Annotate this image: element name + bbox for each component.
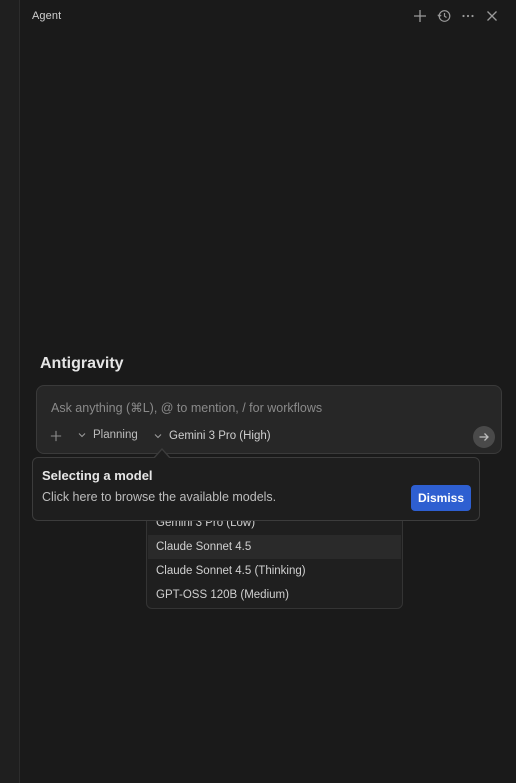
tooltip-caret-fill: [154, 450, 170, 459]
tooltip-title: Selecting a model: [42, 468, 153, 483]
mode-selector[interactable]: Planning: [77, 429, 138, 441]
mode-label: Planning: [93, 429, 138, 441]
panel-header: Agent: [20, 0, 516, 34]
brand-title: Antigravity: [40, 355, 124, 372]
dismiss-button[interactable]: Dismiss: [411, 485, 471, 511]
model-label: Gemini 3 Pro (High): [169, 430, 271, 442]
add-context-icon[interactable]: [49, 429, 63, 443]
header-actions: [412, 8, 500, 24]
agent-panel: Agent Antigravity Planning: [0, 0, 516, 783]
plus-icon[interactable]: [412, 8, 428, 24]
model-selector[interactable]: Gemini 3 Pro (High): [153, 430, 271, 442]
chevron-down-icon: [153, 431, 163, 441]
history-icon[interactable]: [436, 8, 452, 24]
tooltip-body: Click here to browse the available model…: [42, 490, 277, 504]
chat-input[interactable]: [51, 401, 481, 415]
close-icon[interactable]: [484, 8, 500, 24]
panel-title: Agent: [32, 10, 62, 22]
model-option[interactable]: GPT-OSS 120B (Medium): [148, 583, 401, 607]
model-dropdown-list: Gemini 3 Pro (Low) Claude Sonnet 4.5 Cla…: [146, 508, 403, 609]
send-icon[interactable]: [473, 426, 495, 448]
model-option[interactable]: Claude Sonnet 4.5: [148, 535, 401, 559]
onboarding-tooltip: Selecting a model Click here to browse t…: [32, 457, 480, 521]
chat-composer: Planning Gemini 3 Pro (High): [36, 385, 502, 454]
activity-strip: [0, 0, 20, 783]
ellipsis-icon[interactable]: [460, 8, 476, 24]
chevron-down-icon: [77, 430, 87, 440]
model-option[interactable]: Claude Sonnet 4.5 (Thinking): [148, 559, 401, 583]
